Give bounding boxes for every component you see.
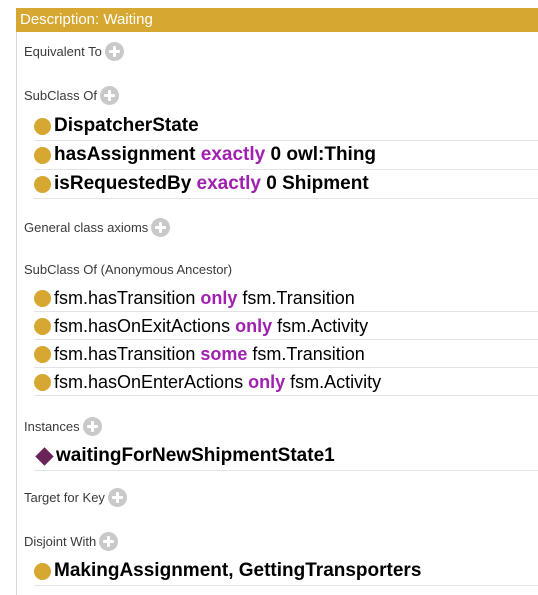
property-name: isRequestedBy xyxy=(54,173,197,194)
class-name: MakingAssignment, GettingTransporters xyxy=(54,560,422,581)
restriction-keyword: only xyxy=(248,371,286,392)
anon-ancestor-row-4[interactable]: fsm.hasOnEnterActions only fsm.Activity xyxy=(34,369,538,396)
section-subclass-of: SubClass Of xyxy=(24,86,119,105)
restriction-keyword: some xyxy=(200,343,248,364)
property-name: fsm.hasOnEnterActions xyxy=(54,371,249,392)
section-equivalent-to: Equivalent To xyxy=(24,42,124,61)
restriction-filler: fsm.Activity xyxy=(285,371,382,392)
property-name: fsm.hasTransition xyxy=(54,287,201,308)
restriction-keyword: only xyxy=(200,287,238,308)
class-icon xyxy=(34,175,51,193)
property-name: fsm.hasTransition xyxy=(54,343,201,364)
section-label-equivalent-to: Equivalent To xyxy=(24,44,102,59)
class-icon xyxy=(34,117,51,135)
restriction-filler: fsm.Activity xyxy=(272,315,369,336)
anon-ancestor-row-1[interactable]: fsm.hasTransition only fsm.Transition xyxy=(34,285,538,312)
class-icon xyxy=(34,562,51,580)
property-name: hasAssignment xyxy=(54,144,201,165)
panel-title: Description: Waiting xyxy=(16,8,538,32)
restriction-keyword: exactly xyxy=(196,173,261,194)
subclass-row-2[interactable]: hasAssignment exactly 0 owl:Thing xyxy=(34,141,538,170)
subclass-row-1[interactable]: DispatcherState xyxy=(34,112,538,141)
restriction-filler: 0 Shipment xyxy=(261,173,369,194)
instance-row-1[interactable]: waitingForNewShipmentState1 xyxy=(34,442,538,471)
section-instances: Instances xyxy=(24,417,102,436)
add-equivalent-to-button[interactable] xyxy=(104,42,124,61)
class-name: DispatcherState xyxy=(54,115,199,136)
individual-icon xyxy=(35,446,54,466)
anon-ancestor-row-3[interactable]: fsm.hasTransition some fsm.Transition xyxy=(34,341,538,368)
class-icon xyxy=(34,289,51,307)
class-icon xyxy=(34,146,51,164)
section-general-axioms: General class axioms xyxy=(24,218,171,237)
class-icon xyxy=(34,345,51,363)
section-disjoint-with: Disjoint With xyxy=(24,532,119,551)
individual-name: waitingForNewShipmentState1 xyxy=(56,445,335,466)
restriction-filler: 0 owl:Thing xyxy=(265,144,377,165)
section-anon-ancestor: SubClass Of (Anonymous Ancestor) xyxy=(24,262,232,277)
subclass-row-3[interactable]: isRequestedBy exactly 0 Shipment xyxy=(34,170,538,199)
section-label-general-axioms: General class axioms xyxy=(24,220,149,235)
section-label-subclass-of: SubClass Of xyxy=(24,88,97,103)
restriction-filler: fsm.Transition xyxy=(247,343,365,364)
restriction-keyword: only xyxy=(235,315,273,336)
restriction-filler: fsm.Transition xyxy=(237,287,355,308)
section-label-target-for-key: Target for Key xyxy=(24,490,105,505)
property-name: fsm.hasOnExitActions xyxy=(54,315,236,336)
disjoint-row-1[interactable]: MakingAssignment, GettingTransporters xyxy=(34,557,538,586)
restriction-keyword: exactly xyxy=(200,144,266,165)
section-label-disjoint-with: Disjoint With xyxy=(24,534,97,549)
add-general-axiom-button[interactable] xyxy=(151,218,171,237)
add-instance-button[interactable] xyxy=(82,417,102,436)
section-target-for-key: Target for Key xyxy=(24,488,127,507)
class-icon xyxy=(34,373,51,391)
section-label-instances: Instances xyxy=(24,419,80,434)
anon-ancestor-row-2[interactable]: fsm.hasOnExitActions only fsm.Activity xyxy=(34,313,538,340)
add-subclass-of-button[interactable] xyxy=(99,86,119,105)
class-icon xyxy=(34,317,51,335)
add-target-for-key-button[interactable] xyxy=(107,488,127,507)
add-disjoint-with-button[interactable] xyxy=(99,532,119,551)
section-label-anon-ancestor: SubClass Of (Anonymous Ancestor) xyxy=(24,262,233,277)
